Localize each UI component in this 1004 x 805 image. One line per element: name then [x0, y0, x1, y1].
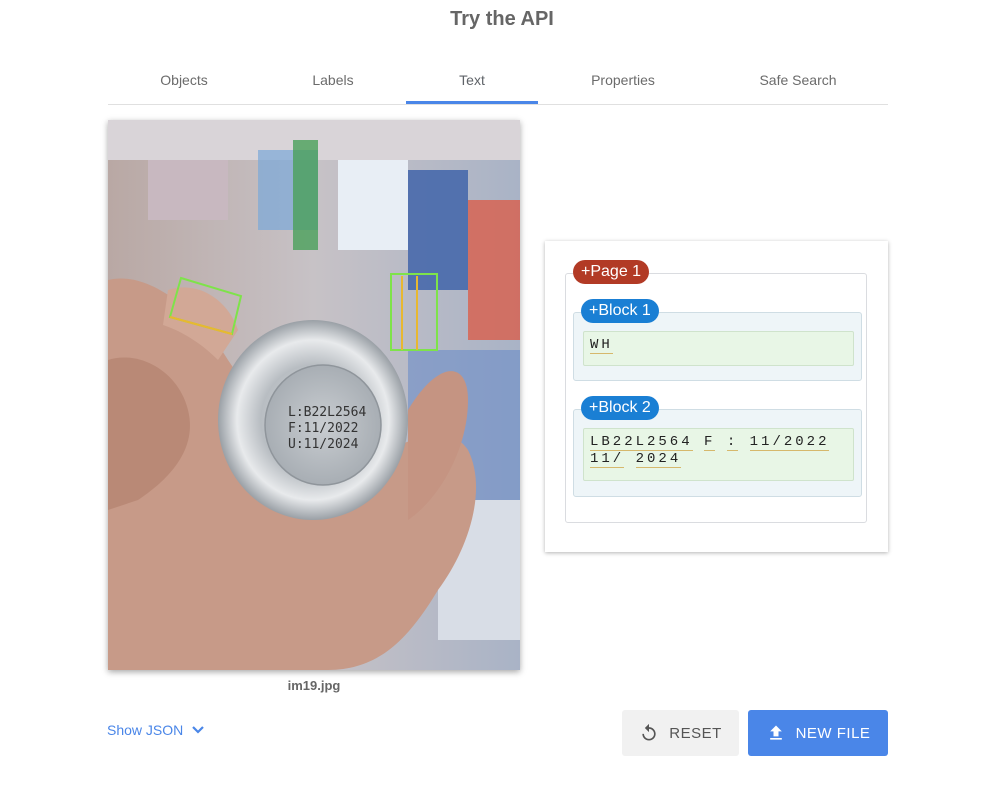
tab-labels[interactable]: Labels: [260, 60, 406, 102]
reset-label: RESET: [669, 724, 722, 742]
tab-objects[interactable]: Objects: [108, 60, 260, 102]
can-text-line-1: L:B22L2564: [288, 405, 366, 420]
text-results-panel: +Page 1 +Block 1 WH +Block 2 LB22L2564 F…: [545, 241, 888, 552]
word: LB22L2564: [590, 434, 693, 451]
uploaded-image: L:B22L2564 F:11/2022 U:11/2024: [108, 120, 520, 670]
word: :: [726, 434, 739, 451]
image-filename: im19.jpg: [287, 678, 341, 693]
block-1-text: WH: [583, 331, 854, 366]
show-json-toggle[interactable]: Show JSON: [107, 722, 205, 740]
page-container: +Page 1 +Block 1 WH +Block 2 LB22L2564 F…: [565, 260, 867, 523]
word: F: [704, 434, 716, 451]
new-file-button[interactable]: NEW FILE: [748, 710, 888, 756]
block-container: +Block 1 WH: [573, 299, 862, 381]
chevron-down-icon: [191, 723, 205, 740]
tab-safe-search[interactable]: Safe Search: [708, 60, 888, 102]
can-text-line-3: U:11/2024: [288, 437, 359, 452]
block-1-toggle[interactable]: +Block 1: [581, 299, 659, 323]
show-json-label: Show JSON: [107, 722, 184, 738]
block-2-text: LB22L2564 F : 11/2022 11/ 2024: [583, 428, 854, 481]
can-text-line-2: F:11/2022: [288, 421, 358, 436]
page-title: Try the API: [450, 8, 554, 30]
word: 11/2022: [749, 434, 830, 451]
block-container: +Block 2 LB22L2564 F : 11/2022 11/ 2024: [573, 396, 862, 497]
tab-properties[interactable]: Properties: [538, 60, 708, 102]
tab-bar: Objects Labels Text Properties Safe Sear…: [108, 60, 888, 105]
word: 11/: [590, 451, 625, 468]
page-toggle[interactable]: +Page 1: [573, 260, 650, 284]
upload-icon: [766, 723, 786, 743]
word: WH: [590, 337, 613, 354]
new-file-label: NEW FILE: [795, 724, 871, 742]
image-canvas: L:B22L2564 F:11/2022 U:11/2024: [108, 120, 520, 670]
reset-icon: [639, 723, 659, 743]
block-2-toggle[interactable]: +Block 2: [581, 396, 659, 420]
tab-text[interactable]: Text: [406, 60, 538, 104]
word: 2024: [635, 451, 682, 468]
reset-button[interactable]: RESET: [622, 710, 739, 756]
